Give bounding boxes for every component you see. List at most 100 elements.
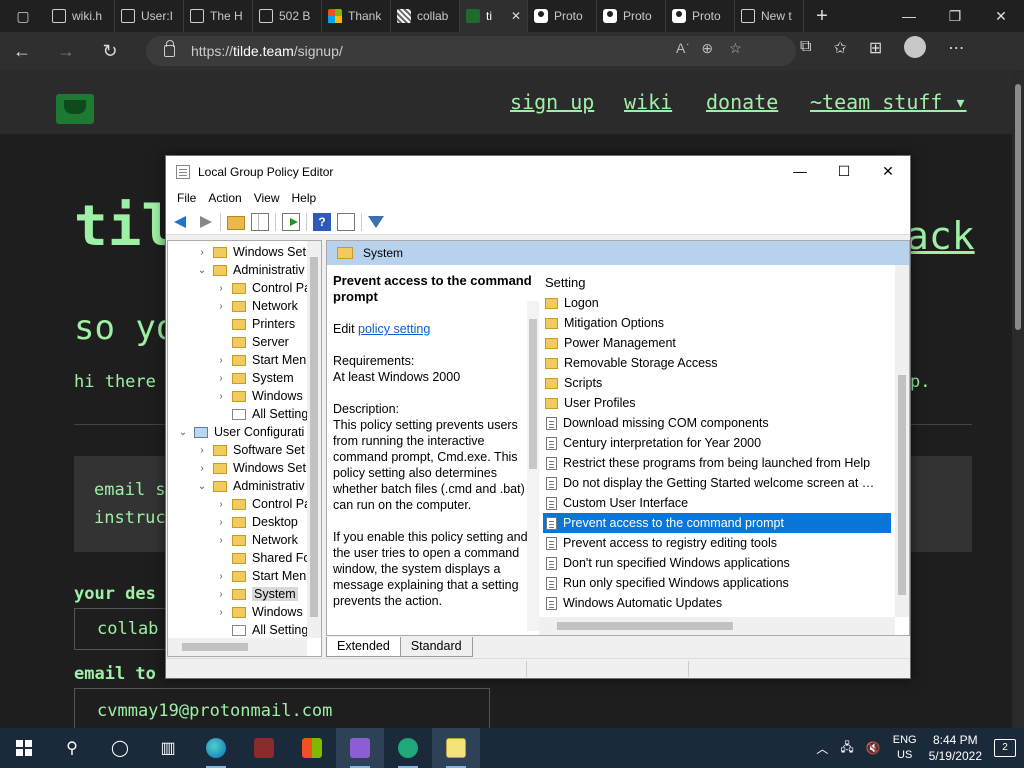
expand-arrow-icon[interactable]: ›	[214, 517, 228, 528]
new-tab-button[interactable]: +	[804, 5, 840, 28]
tree-item[interactable]: › Software Set	[195, 441, 304, 459]
tree-item[interactable]: › Network	[214, 297, 298, 315]
tree-item[interactable]: › Desktop	[214, 513, 298, 531]
browser-tab[interactable]: User:I	[115, 0, 184, 32]
edge-icon[interactable]	[192, 728, 240, 768]
browser-tab[interactable]: Proto	[597, 0, 666, 32]
close-icon[interactable]: ✕	[866, 163, 910, 180]
language-indicator[interactable]: ENG US	[893, 733, 917, 763]
collections-icon[interactable]: ⊞	[869, 38, 882, 60]
tree-item[interactable]: All Setting	[214, 405, 308, 423]
tree-item[interactable]: All Setting	[214, 621, 308, 639]
tree-horizontal-scrollbar[interactable]	[168, 638, 307, 656]
close-icon[interactable]: ✕	[978, 8, 1024, 25]
menu-help[interactable]: Help	[286, 191, 323, 205]
email-input[interactable]: cvmmay19@protonmail.com	[74, 688, 490, 728]
tree-item[interactable]: › Control Pa	[214, 279, 311, 297]
menu-view[interactable]: View	[248, 191, 286, 205]
tree-item[interactable]: ⌄ Administrativ	[195, 261, 305, 279]
search-icon[interactable]: ⚲	[48, 728, 96, 768]
maximize-icon[interactable]: ☐	[822, 163, 866, 180]
policy-row[interactable]: Custom User Interface	[543, 493, 891, 513]
add-favorite-icon[interactable]: ☆	[729, 40, 742, 57]
menu-file[interactable]: File	[171, 191, 202, 205]
list-scroll-thumb[interactable]	[898, 375, 906, 595]
expand-arrow-icon[interactable]: ›	[214, 535, 228, 546]
back-arrow-icon[interactable]	[172, 213, 190, 231]
policy-row[interactable]: Run only specified Windows applications	[543, 573, 891, 593]
tree-scroll-thumb[interactable]	[310, 257, 318, 617]
settings-folder-row[interactable]: Removable Storage Access	[543, 353, 891, 373]
description-scrollbar[interactable]	[527, 301, 539, 631]
nav-sign-up[interactable]: sign up	[510, 90, 594, 114]
help-icon[interactable]: ?	[313, 212, 331, 231]
browser-tab[interactable]: Proto	[528, 0, 597, 32]
up-folder-icon[interactable]	[227, 215, 245, 230]
browser-tab[interactable]: Proto	[666, 0, 735, 32]
notepad-icon[interactable]	[432, 728, 480, 768]
tree-item[interactable]: › Windows Set	[195, 243, 306, 261]
tab-actions-icon[interactable]: ▢	[0, 0, 46, 32]
tree-item[interactable]: Printers	[214, 315, 295, 333]
settings-folder-row[interactable]: Mitigation Options	[543, 313, 891, 333]
more-menu-icon[interactable]: ⋯	[948, 38, 964, 60]
browser-tab[interactable]: Thank	[322, 0, 391, 32]
page-scrollbar[interactable]	[1012, 70, 1024, 728]
tree-hscroll-thumb[interactable]	[182, 643, 248, 651]
policy-row[interactable]: Do not display the Getting Started welco…	[543, 473, 891, 493]
nav-donate[interactable]: donate	[706, 90, 778, 114]
expand-arrow-icon[interactable]: ›	[214, 589, 228, 600]
properties-icon[interactable]	[337, 212, 355, 231]
expand-arrow-icon[interactable]: ›	[214, 391, 228, 402]
tree-item[interactable]: ⌄ Administrativ	[195, 477, 305, 495]
tray-overflow-icon[interactable]: ︿	[816, 740, 828, 757]
tree-item[interactable]: ⌄ User Configurati	[176, 423, 305, 441]
expand-arrow-icon[interactable]: ›	[214, 607, 228, 618]
policy-row[interactable]: Prevent access to registry editing tools	[543, 533, 891, 553]
policy-row[interactable]: Prevent access to the command prompt	[543, 513, 891, 533]
extensions-icon[interactable]: ⧉	[800, 38, 811, 60]
browser-tab[interactable]: wiki.h	[46, 0, 115, 32]
settings-folder-row[interactable]: User Profiles	[543, 393, 891, 413]
close-tab-icon[interactable]: ✕	[511, 9, 521, 23]
expand-arrow-icon[interactable]: ›	[214, 373, 228, 384]
page-scroll-thumb[interactable]	[1015, 84, 1021, 330]
back-button[interactable]: ←	[0, 41, 44, 62]
tab-standard[interactable]: Standard	[399, 637, 473, 657]
policy-row[interactable]: Don't run specified Windows applications	[543, 553, 891, 573]
clock[interactable]: 8:44 PM 5/19/2022	[929, 732, 982, 764]
show-hide-tree-icon[interactable]	[251, 212, 269, 231]
expand-arrow-icon[interactable]: ›	[214, 499, 228, 510]
filter-icon[interactable]	[368, 215, 384, 228]
expand-arrow-icon[interactable]: ›	[195, 445, 209, 456]
collapse-arrow-icon[interactable]: ⌄	[195, 265, 209, 276]
start-button[interactable]	[0, 728, 48, 768]
restore-icon[interactable]: ❐	[932, 8, 978, 25]
policy-row[interactable]: Century interpretation for Year 2000	[543, 433, 891, 453]
refresh-button[interactable]: ↻	[88, 41, 132, 62]
store-icon[interactable]	[288, 728, 336, 768]
policy-row[interactable]: Windows Automatic Updates	[543, 593, 891, 613]
menu-action[interactable]: Action	[202, 191, 247, 205]
tree-item[interactable]: Server	[214, 333, 289, 351]
favorites-icon[interactable]: ✩	[833, 38, 846, 60]
read-aloud-icon[interactable]: A͘	[676, 40, 685, 57]
title-link[interactable]: ack	[906, 214, 975, 258]
minimize-icon[interactable]: —	[886, 8, 932, 25]
cortana-icon[interactable]: ◯	[96, 728, 144, 768]
tree-item[interactable]: › Start Men	[214, 351, 306, 369]
expand-arrow-icon[interactable]: ›	[214, 283, 228, 294]
tab-extended[interactable]: Extended	[326, 637, 401, 657]
tree-item[interactable]: › Windows	[214, 387, 302, 405]
expand-arrow-icon[interactable]: ›	[195, 247, 209, 258]
description-scroll-thumb[interactable]	[529, 319, 537, 469]
site-logo-icon[interactable]	[56, 94, 94, 124]
lock-icon[interactable]	[164, 40, 175, 57]
volume-icon[interactable]: 🔇	[866, 741, 881, 755]
tree-item[interactable]: › Network	[214, 531, 298, 549]
browser-tab[interactable]: New t	[735, 0, 804, 32]
expand-arrow-icon[interactable]: ›	[195, 463, 209, 474]
task-view-icon[interactable]: ▥	[144, 728, 192, 768]
app-icon-green[interactable]	[384, 728, 432, 768]
forward-button[interactable]: →	[44, 41, 88, 62]
